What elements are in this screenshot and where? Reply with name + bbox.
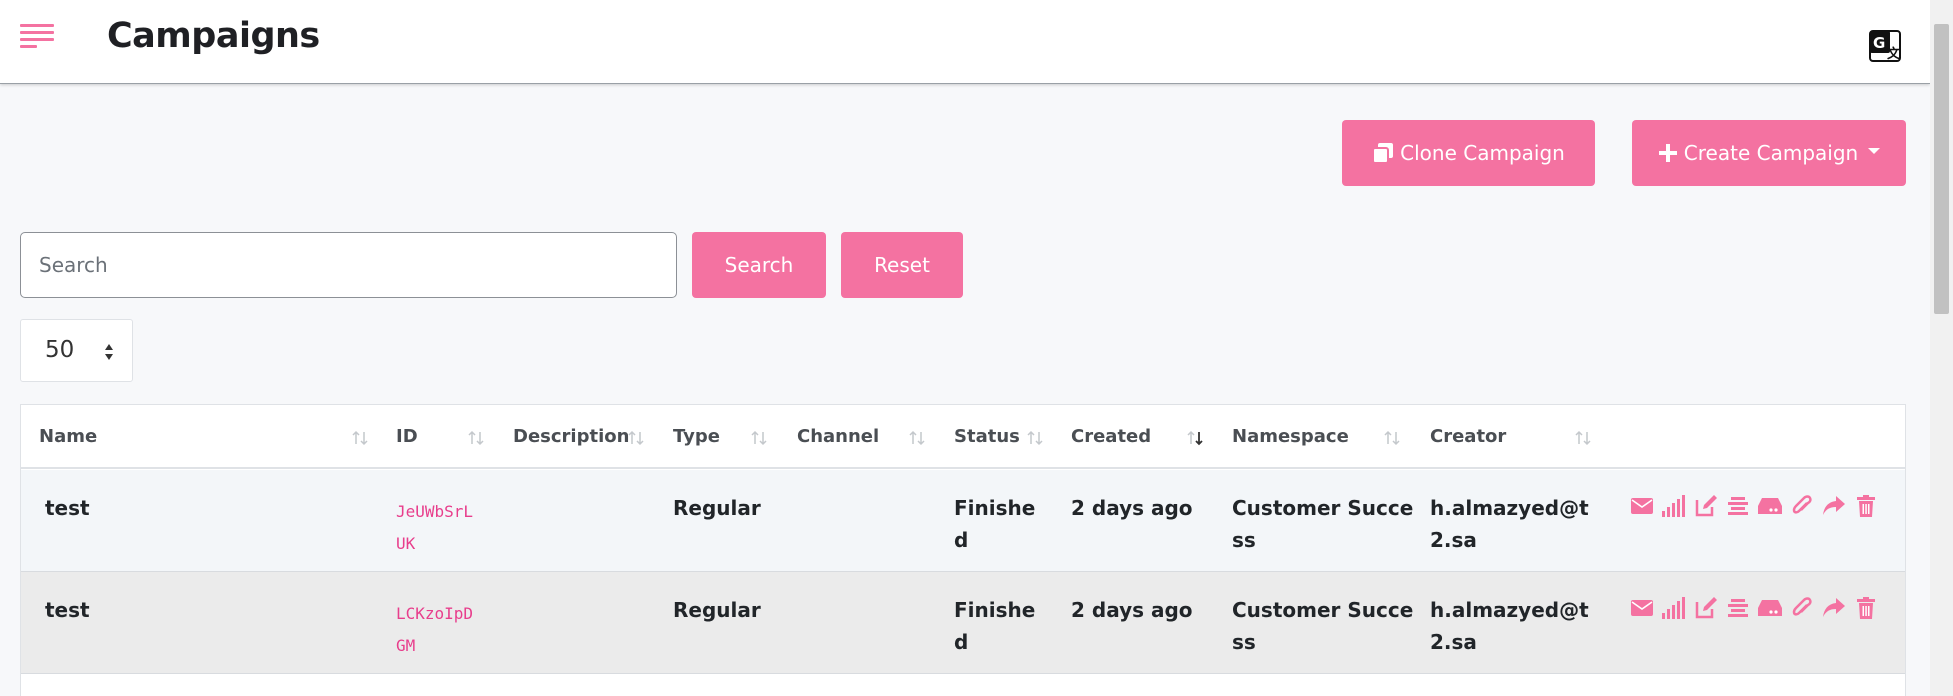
cell-created: 2 days ago: [1071, 496, 1193, 520]
cell-type: Regular: [673, 598, 761, 622]
edit-icon[interactable]: [1690, 594, 1722, 622]
hamburger-menu-icon[interactable]: [20, 24, 54, 50]
signal-bars-icon[interactable]: [1658, 492, 1690, 520]
sort-icon[interactable]: [628, 429, 644, 447]
column-header-channel[interactable]: Channel: [797, 405, 879, 469]
cell-creator: h.almazyed@t: [1430, 598, 1589, 622]
sort-icon[interactable]: [1575, 429, 1591, 447]
sort-icon[interactable]: [1384, 429, 1400, 447]
plus-icon: [1658, 144, 1677, 162]
cell-status-wrap: d: [954, 528, 969, 552]
share-icon[interactable]: [1818, 594, 1850, 622]
align-center-icon[interactable]: [1722, 594, 1754, 622]
row-actions: [1626, 594, 1882, 622]
cell-created: 2 days ago: [1071, 598, 1193, 622]
cell-id: LCKzoIpD: [396, 604, 474, 623]
clone-campaign-button[interactable]: Clone Campaign: [1342, 120, 1595, 186]
column-header-name[interactable]: Name: [39, 405, 97, 469]
clone-icon: [1372, 143, 1394, 164]
create-campaign-button[interactable]: Create Campaign: [1632, 120, 1906, 186]
page-title: Campaigns: [107, 16, 320, 56]
search-input[interactable]: [20, 232, 677, 298]
cell-name: test: [45, 496, 90, 520]
drive-icon[interactable]: [1754, 492, 1786, 520]
cell-id: JeUWbSrL: [396, 502, 474, 521]
cell-namespace: Customer Succe: [1232, 496, 1414, 520]
per-page-select[interactable]: 50: [20, 319, 133, 382]
table-row: test JeUWbSrL UK Regular Finishe d 2 day…: [21, 470, 1905, 572]
signal-bars-icon[interactable]: [1658, 594, 1690, 622]
create-campaign-label: Create Campaign: [1683, 141, 1859, 165]
cell-status: Finishe: [954, 598, 1036, 622]
paperclip-icon[interactable]: [1786, 492, 1818, 520]
cell-status: Finishe: [954, 496, 1036, 520]
paperclip-icon[interactable]: [1786, 594, 1818, 622]
column-header-description[interactable]: Description: [513, 405, 629, 469]
sort-desc-icon[interactable]: [1187, 429, 1203, 447]
edit-icon[interactable]: [1690, 492, 1722, 520]
chevron-down-icon: [1868, 148, 1881, 154]
cell-creator-wrap: 2.sa: [1430, 528, 1477, 552]
cell-type: Regular: [673, 496, 761, 520]
per-page-value: 50: [45, 337, 75, 363]
sort-icon[interactable]: [352, 429, 368, 447]
cell-id-wrap: GM: [396, 636, 416, 655]
share-icon[interactable]: [1818, 492, 1850, 520]
cell-namespace-wrap: ss: [1232, 528, 1256, 552]
row-actions: [1626, 492, 1882, 520]
reset-button[interactable]: Reset: [841, 232, 963, 298]
envelope-icon[interactable]: [1626, 492, 1658, 520]
page-scrollbar[interactable]: [1930, 0, 1953, 696]
svg-text:文: 文: [1887, 46, 1901, 62]
sort-icon[interactable]: [909, 429, 925, 447]
sort-icon[interactable]: [1027, 429, 1043, 447]
cell-name: test: [45, 598, 90, 622]
cell-status-wrap: d: [954, 630, 969, 654]
translate-icon[interactable]: G 文: [1869, 30, 1901, 62]
trash-icon[interactable]: [1850, 594, 1882, 622]
sort-icon[interactable]: [751, 429, 767, 447]
column-header-type[interactable]: Type: [673, 405, 720, 469]
trash-icon[interactable]: [1850, 492, 1882, 520]
svg-text:G: G: [1873, 34, 1885, 52]
column-header-creator[interactable]: Creator: [1430, 405, 1506, 469]
clone-campaign-label: Clone Campaign: [1400, 141, 1565, 165]
sort-icon[interactable]: [468, 429, 484, 447]
align-center-icon[interactable]: [1722, 492, 1754, 520]
cell-id-wrap: UK: [396, 534, 416, 553]
drive-icon[interactable]: [1754, 594, 1786, 622]
column-header-id[interactable]: ID: [396, 405, 418, 469]
scrollbar-thumb[interactable]: [1934, 24, 1949, 314]
column-header-namespace[interactable]: Namespace: [1232, 405, 1349, 469]
cell-namespace: Customer Succe: [1232, 598, 1414, 622]
cell-namespace-wrap: ss: [1232, 630, 1256, 654]
column-header-status[interactable]: Status: [954, 405, 1020, 469]
cell-creator: h.almazyed@t: [1430, 496, 1589, 520]
table-row: test LCKzoIpD GM Regular Finishe d 2 day…: [21, 572, 1905, 674]
select-arrows-icon: [105, 344, 113, 360]
top-bar: Campaigns G 文: [0, 0, 1930, 83]
envelope-icon[interactable]: [1626, 594, 1658, 622]
search-button[interactable]: Search: [692, 232, 826, 298]
cell-creator-wrap: 2.sa: [1430, 630, 1477, 654]
campaigns-table: Name ID Description Type Channel Status …: [20, 404, 1906, 696]
column-header-created[interactable]: Created: [1071, 405, 1151, 469]
table-header: Name ID Description Type Channel Status …: [21, 405, 1905, 469]
